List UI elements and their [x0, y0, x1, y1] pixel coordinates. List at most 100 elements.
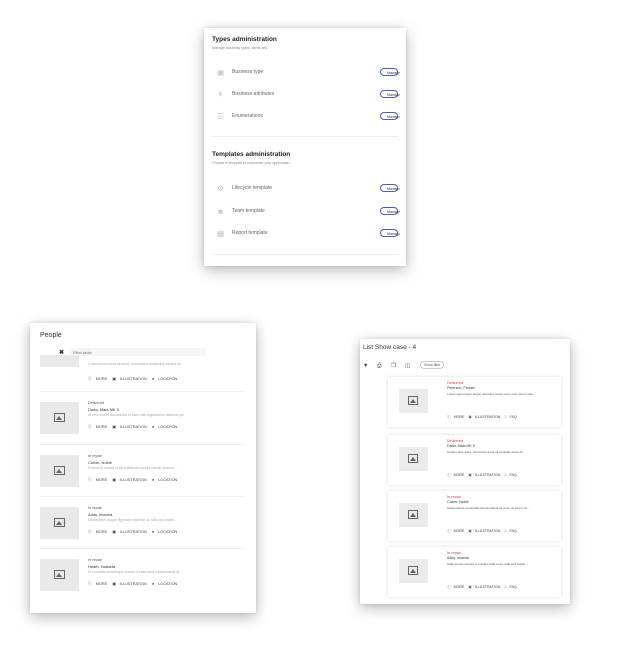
card-meta: ⓘ MORE ▣ ILLUSTRATION □ FAQ	[447, 473, 520, 478]
showcase-title: List Show case - 4	[363, 344, 417, 351]
more-link[interactable]: MORE	[96, 425, 107, 429]
manage-report-template-button[interactable]: Manage	[380, 229, 400, 237]
location-link[interactable]: LOCATION	[158, 377, 177, 381]
showcase-card[interactable]: Delivered Dada, Maia MK 5 Cursus ante di…	[388, 435, 561, 485]
image-icon	[408, 510, 418, 519]
card-status: In repair	[447, 551, 461, 555]
list-item[interactable]: Delivered Dada, Maia MK 5 At vero eos et…	[30, 397, 256, 449]
item-meta: ⓘ MORE ▣ ILLUSTRATION ● LOCATION	[88, 376, 181, 382]
item-name: Addy, Imanira	[88, 512, 113, 517]
faq-link[interactable]: FAQ	[509, 585, 516, 589]
illustration-link[interactable]: ILLUSTRATION	[120, 582, 147, 586]
showcase-card[interactable]: In repair Addy, Imanira Ullamcorper laor…	[388, 547, 561, 597]
more-icon: ⓘ	[88, 530, 92, 534]
admin-row-enumerations: ☰ Enumerations Manage	[212, 110, 400, 124]
showcase-card[interactable]: In repair Culver, Noble Suspendisse vene…	[388, 491, 561, 541]
gears-icon: ⚙	[216, 184, 225, 193]
faq-link[interactable]: FAQ	[509, 473, 516, 477]
illustration-icon: ▣	[468, 529, 472, 533]
team-icon: ☻	[216, 207, 225, 216]
faq-link[interactable]: FAQ	[509, 415, 516, 419]
illustration-link[interactable]: ILLUSTRATION	[475, 529, 501, 533]
illustration-link[interactable]: ILLUSTRATION	[475, 473, 501, 477]
clipboard-icon[interactable]: ◫	[405, 363, 410, 369]
image-placeholder	[40, 402, 79, 434]
image-icon	[408, 566, 418, 575]
admin-row-lifecycle-template: ⚙ Lifecycle template Manage	[212, 182, 400, 196]
list-item[interactable]: In repair Addy, Imanira Ullamcorper augu…	[30, 502, 256, 554]
image-placeholder	[399, 559, 428, 583]
location-icon: ●	[151, 425, 155, 429]
admin-row-label: Business type	[232, 69, 264, 75]
manage-lifecycle-template-button[interactable]: Manage	[380, 184, 400, 192]
admin-row-team-template: ☻ Team template Manage	[212, 205, 400, 219]
types-admin-subtitle: Manage business types, items and	[212, 46, 268, 50]
filter-input[interactable]	[70, 348, 206, 356]
location-link[interactable]: LOCATION	[158, 478, 177, 482]
illustration-link[interactable]: ILLUSTRATION	[120, 425, 147, 429]
copy-icon[interactable]: ❐	[391, 363, 396, 369]
more-icon: ⓘ	[88, 478, 92, 482]
admin-row-report-template: ▦ Report template Manage	[212, 227, 400, 241]
more-link[interactable]: MORE	[454, 473, 465, 477]
location-link[interactable]: LOCATION	[158, 425, 177, 429]
card-description: Ullamcorper laoreet a suscipit nulla et …	[447, 562, 529, 566]
item-status: In repair	[88, 558, 102, 562]
card-name: Addy, Imanira	[447, 556, 469, 560]
illustration-link[interactable]: ILLUSTRATION	[475, 585, 501, 589]
card-status: In repair	[447, 495, 461, 499]
location-link[interactable]: LOCATION	[158, 530, 177, 534]
manage-business-type-button[interactable]: Manage	[380, 68, 400, 76]
item-divider	[40, 444, 244, 445]
more-icon: ⓘ	[447, 415, 451, 419]
list-item[interactable]: Lorem ipsum dolor sit amet, consectetur …	[30, 355, 256, 382]
card-description: Lorem eget cosgu augue dernique curae nu…	[447, 392, 533, 396]
item-divider	[40, 548, 244, 549]
more-link[interactable]: MORE	[96, 582, 107, 586]
showcase-card[interactable]: Delivered Peterson, Fedder Lorem eget co…	[388, 377, 561, 427]
manage-business-attributes-button[interactable]: Manage	[380, 90, 400, 98]
image-icon	[408, 454, 418, 463]
print-icon[interactable]: ⎙	[377, 363, 381, 370]
item-meta: ⓘ MORE ▣ ILLUSTRATION ● LOCATION	[88, 581, 181, 587]
illustration-icon: ▣	[112, 478, 116, 482]
image-icon	[54, 413, 65, 422]
more-icon: ⓘ	[447, 473, 451, 477]
building-icon: ▣	[216, 68, 225, 77]
card-status: Delivered	[447, 381, 464, 385]
admin-row-label: Business attributes	[232, 91, 275, 97]
illustration-icon: ▣	[112, 377, 116, 381]
illustration-link[interactable]: ILLUSTRATION	[120, 377, 147, 381]
show-filter-chip[interactable]: Show filter	[420, 361, 445, 369]
image-placeholder	[399, 503, 428, 527]
illustration-link[interactable]: ILLUSTRATION	[120, 478, 147, 482]
image-icon	[54, 518, 65, 527]
manage-enumerations-button[interactable]: Manage	[380, 112, 400, 120]
illustration-link[interactable]: ILLUSTRATION	[120, 530, 147, 534]
more-link[interactable]: MORE	[96, 478, 107, 482]
more-link[interactable]: MORE	[454, 415, 465, 419]
illustration-icon: ▣	[468, 415, 472, 419]
item-divider	[40, 496, 244, 497]
illustration-link[interactable]: ILLUSTRATION	[475, 415, 501, 419]
list-item[interactable]: In repair Heath, Nubarta Et convallis sc…	[30, 554, 256, 606]
card-status: Delivered	[447, 439, 464, 443]
faq-link[interactable]: FAQ	[509, 529, 516, 533]
filter-icon[interactable]: ▼	[363, 363, 368, 369]
more-link[interactable]: MORE	[454, 529, 465, 533]
report-icon: ▦	[216, 229, 225, 238]
more-icon: ⓘ	[447, 585, 451, 589]
admin-row-label: Enumerations	[232, 113, 263, 119]
illustration-icon: ▣	[468, 473, 472, 477]
administration-panel: Types administration Manage business typ…	[204, 28, 406, 266]
templates-admin-title: Templates administration	[212, 151, 291, 158]
section-divider	[212, 136, 398, 137]
illustration-icon: ▣	[112, 582, 116, 586]
more-link[interactable]: MORE	[96, 377, 107, 381]
manage-team-template-button[interactable]: Manage	[380, 207, 400, 215]
location-link[interactable]: LOCATION	[158, 582, 177, 586]
more-link[interactable]: MORE	[454, 585, 465, 589]
list-showcase-panel: List Show case - 4 ▼ ⎙ ❐ ◫ Show filter D…	[360, 339, 570, 604]
list-item[interactable]: In repair Culver, Noble Pretium in massa…	[30, 450, 256, 502]
more-link[interactable]: MORE	[96, 530, 107, 534]
